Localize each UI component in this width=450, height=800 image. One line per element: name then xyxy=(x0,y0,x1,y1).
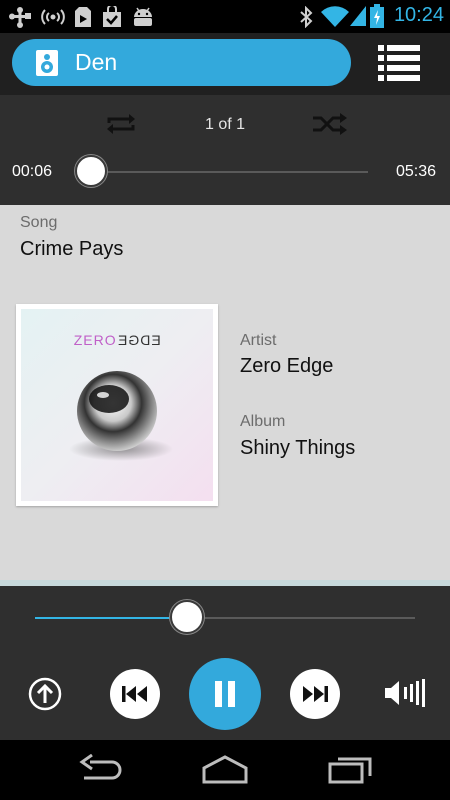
shuffle-icon[interactable] xyxy=(311,111,349,137)
back-icon[interactable] xyxy=(78,754,122,784)
play-store-icon xyxy=(75,7,91,27)
previous-icon xyxy=(122,686,147,702)
bluetooth-icon xyxy=(300,6,313,28)
volume-thumb[interactable] xyxy=(170,600,204,634)
queue-list-icon[interactable] xyxy=(378,43,422,83)
track-duration: 05:36 xyxy=(396,163,437,180)
speaker-icon xyxy=(36,50,58,76)
recent-apps-icon[interactable] xyxy=(328,754,374,784)
artist-name: Zero Edge xyxy=(240,355,334,377)
seek-bar[interactable] xyxy=(92,171,368,173)
volume-level-fill xyxy=(35,617,187,619)
album-art-frame: ZEROEDGE xyxy=(16,304,218,506)
status-clock: 10:24 xyxy=(393,4,444,26)
android-icon xyxy=(134,7,152,26)
album-label: Album xyxy=(240,413,286,430)
album-name: Shiny Things xyxy=(240,437,356,459)
next-button[interactable] xyxy=(290,669,340,719)
navigation-bar xyxy=(0,740,450,800)
pause-button[interactable] xyxy=(189,658,261,730)
song-label: Song xyxy=(20,214,58,231)
elapsed-time: 00:06 xyxy=(12,163,53,180)
header-bar: Den xyxy=(0,33,450,95)
seek-thumb[interactable] xyxy=(75,155,107,187)
transport-controls xyxy=(0,586,450,740)
upload-icon[interactable] xyxy=(28,677,62,711)
home-icon[interactable] xyxy=(200,754,250,784)
volume-icon[interactable] xyxy=(384,679,426,707)
wireless-hotspot-icon xyxy=(41,9,65,25)
track-count: 1 of 1 xyxy=(204,116,246,133)
album-art-title: ZEROEDGE xyxy=(73,332,161,348)
zone-name: Den xyxy=(75,49,118,75)
status-bar: 10:24 xyxy=(0,0,450,33)
wifi-icon xyxy=(321,6,349,27)
zone-selector-button[interactable]: Den xyxy=(12,39,351,86)
previous-button[interactable] xyxy=(110,669,160,719)
signal-icon xyxy=(350,6,366,26)
next-icon xyxy=(303,686,328,702)
now-playing-details: Song Crime Pays ZEROEDGE Artist Zero Edg… xyxy=(0,205,450,580)
battery-charging-icon xyxy=(370,4,384,28)
artist-label: Artist xyxy=(240,332,277,349)
pause-icon xyxy=(215,681,235,707)
song-title: Crime Pays xyxy=(20,238,124,260)
playback-info-panel: 1 of 1 00:06 05:36 xyxy=(0,95,450,205)
usb-icon xyxy=(9,7,31,28)
shopping-bag-icon xyxy=(103,6,121,27)
